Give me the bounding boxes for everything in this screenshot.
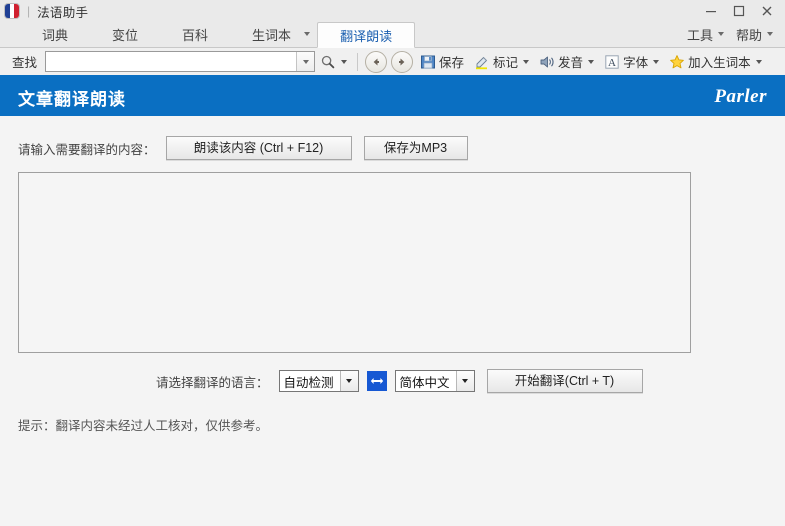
mark-button[interactable]: 标记 [470,50,533,74]
font-letter-a-icon: A [605,54,619,69]
nav-forward-button[interactable] [391,50,414,73]
search-input[interactable] [46,52,297,71]
star-icon [670,54,684,68]
target-language-value: 简体中文 [399,375,450,390]
swap-languages-button[interactable] [366,371,387,391]
chevron-down-icon [653,59,660,64]
magnifier-icon [321,55,335,68]
toolbar-button-label: 保存 [439,56,465,70]
input-label: 请输入需要翻译的内容： [18,142,156,157]
source-language-select[interactable]: 自动检测 [278,370,359,392]
tab-conjugation[interactable]: 变位 [90,21,160,47]
tab-label: 翻译朗读 [340,28,393,44]
menu-label: 帮助 [735,27,762,43]
tab-translate-read[interactable]: 翻译朗读 [317,22,416,48]
tab-label: 百科 [182,27,209,43]
brand-logo: Parler [714,86,767,107]
toolbar-button-label: 加入生词本 [688,56,751,70]
toolbar-button-label: 标记 [493,56,519,70]
search-label: 查找 [12,56,38,70]
search-dropdown-button[interactable] [296,52,315,71]
swap-horizontal-icon [370,378,383,384]
tab-label: 生词本 [252,27,292,43]
target-language-select[interactable]: 简体中文 [394,370,475,392]
toolbar-button-label: 字体 [623,56,649,70]
arrow-right-icon [399,58,405,65]
chevron-down-icon [523,59,530,64]
maximize-button[interactable] [725,1,753,21]
disclaimer-hint: 提示：翻译内容未经过人工核对，仅供参考。 [18,419,269,433]
chevron-down-icon [767,32,773,36]
speak-content-button[interactable]: 朗读该内容 (Ctrl + F12) [165,136,352,160]
toolbar: 查找 保存 标记 发音 A 字体 加入生词本 [0,48,785,78]
arrow-left-icon [373,58,380,65]
menu-bar: 工具 帮助 [681,21,779,47]
minimize-button[interactable] [697,1,725,21]
french-flag-icon [5,4,19,18]
menu-tools[interactable]: 工具 [681,21,730,47]
application-window: | 法语助手 词典 变位 百科 生词本 翻译朗读 工具 帮助 查找 保存 标记 … [0,0,785,526]
chevron-down-icon [717,32,724,36]
chevron-down-icon[interactable] [339,371,358,391]
tab-bar: 词典 变位 百科 生词本 翻译朗读 工具 帮助 [0,22,785,48]
input-actions-row: 请输入需要翻译的内容： 朗读该内容 (Ctrl + F12) 保存为MP3 [18,136,767,160]
save-mp3-button[interactable]: 保存为MP3 [363,136,468,160]
page-title: 文章翻译朗读 [18,89,126,109]
close-button[interactable] [753,1,781,21]
search-go-button[interactable] [316,50,351,74]
window-controls [697,0,781,22]
tab-dictionary[interactable]: 词典 [20,21,90,47]
highlighter-icon [476,56,488,69]
title-bar: | 法语助手 [0,0,785,22]
chevron-down-icon [588,59,595,64]
language-label: 请选择翻译的语言： [156,375,269,390]
menu-help[interactable]: 帮助 [730,21,779,47]
add-to-wordbook-button[interactable]: 加入生词本 [665,50,766,74]
chevron-down-icon [302,59,309,64]
content-area: 请输入需要翻译的内容： 朗读该内容 (Ctrl + F12) 保存为MP3 请选… [0,116,785,526]
tab-label: 变位 [112,27,139,43]
chevron-down-icon [755,59,762,64]
window-title: 法语助手 [37,5,89,20]
tab-encyclopedia[interactable]: 百科 [160,21,230,47]
language-selection-row: 请选择翻译的语言： 自动检测 简体中文 开始翻译(Ctrl + T) [18,369,767,393]
font-button[interactable]: A 字体 [600,50,663,74]
floppy-disk-icon [421,55,436,68]
toolbar-button-label: 发音 [558,56,584,70]
pronounce-button[interactable]: 发音 [535,50,598,74]
chevron-down-icon[interactable] [455,371,474,391]
tab-label: 词典 [42,27,69,43]
speaker-icon [540,56,554,67]
svg-text:A: A [608,57,616,69]
page-banner: 文章翻译朗读 Parler [0,78,785,116]
title-separator: | [27,4,31,18]
menu-label: 工具 [686,27,713,43]
toolbar-divider [357,52,359,71]
tab-wordbook[interactable]: 生词本 [230,21,313,47]
nav-back-button[interactable] [365,50,388,73]
translation-input[interactable] [19,173,690,352]
chevron-down-icon [341,59,348,64]
source-language-value: 自动检测 [283,375,334,390]
start-translate-button[interactable]: 开始翻译(Ctrl + T) [486,369,643,393]
translation-input-box[interactable] [18,172,691,353]
save-button[interactable]: 保存 [416,50,468,74]
search-combobox[interactable] [45,51,316,72]
